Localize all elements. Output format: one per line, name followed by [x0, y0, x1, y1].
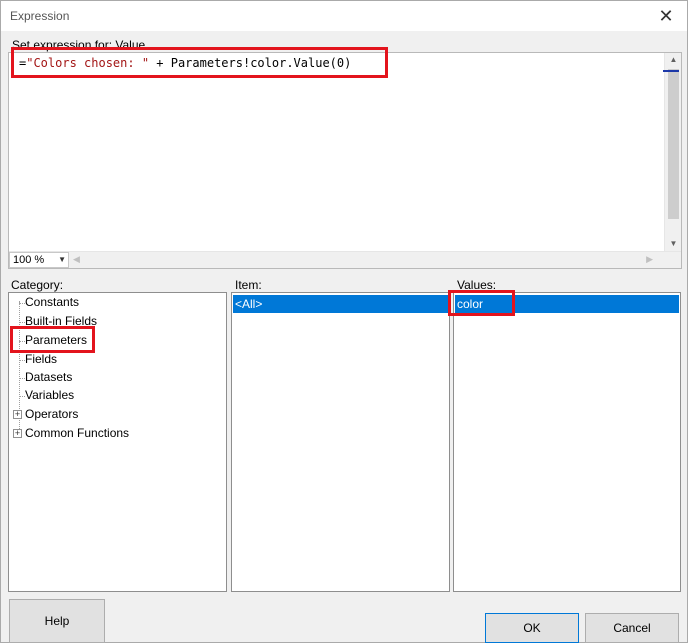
category-fields[interactable]: Fields [25, 352, 57, 366]
scroll-down-icon[interactable]: ▼ [665, 237, 682, 251]
category-datasets[interactable]: Datasets [25, 370, 72, 384]
item-label: Item: [235, 278, 262, 292]
item-all[interactable]: <All> [233, 295, 448, 313]
zoom-select[interactable]: 100 % ▼ [9, 252, 69, 268]
expression-highlight-box [11, 47, 388, 78]
zoom-value: 100 % [13, 254, 45, 266]
category-operators[interactable]: Operators [25, 407, 78, 421]
editor-vertical-scrollbar[interactable]: ▲ ▼ [664, 53, 681, 251]
window-title: Expression [10, 9, 70, 23]
expression-dialog: Expression ✕ Set expression for: Value =… [0, 0, 688, 643]
parameters-highlight-box [10, 326, 95, 353]
scroll-left-icon[interactable]: ◀ [73, 254, 80, 265]
color-highlight-box [448, 290, 515, 316]
expand-plus-icon[interactable]: + [13, 410, 22, 419]
scroll-right-icon[interactable]: ▶ [646, 254, 653, 265]
expression-editor[interactable]: ="Colors chosen: " + Parameters!color.Va… [8, 52, 682, 269]
category-constants[interactable]: Constants [25, 295, 79, 309]
scroll-position-marker [663, 70, 679, 72]
scroll-thumb[interactable] [668, 69, 679, 219]
category-common-functions[interactable]: Common Functions [25, 426, 129, 440]
cancel-button[interactable]: Cancel [585, 613, 679, 643]
item-list[interactable]: <All> [231, 292, 450, 592]
title-bar: Expression ✕ [1, 1, 687, 31]
ok-button[interactable]: OK [485, 613, 579, 643]
values-list[interactable]: color [453, 292, 681, 592]
category-variables[interactable]: Variables [25, 388, 74, 402]
editor-horizontal-bar: 100 % ▼ ◀ ▶ [9, 251, 681, 268]
category-label: Category: [11, 278, 64, 292]
scroll-up-icon[interactable]: ▲ [665, 53, 682, 67]
expand-plus-icon[interactable]: + [13, 429, 22, 438]
help-button[interactable]: Help [9, 599, 105, 643]
close-icon[interactable]: ✕ [655, 5, 677, 27]
chevron-down-icon[interactable]: ▼ [58, 253, 66, 267]
